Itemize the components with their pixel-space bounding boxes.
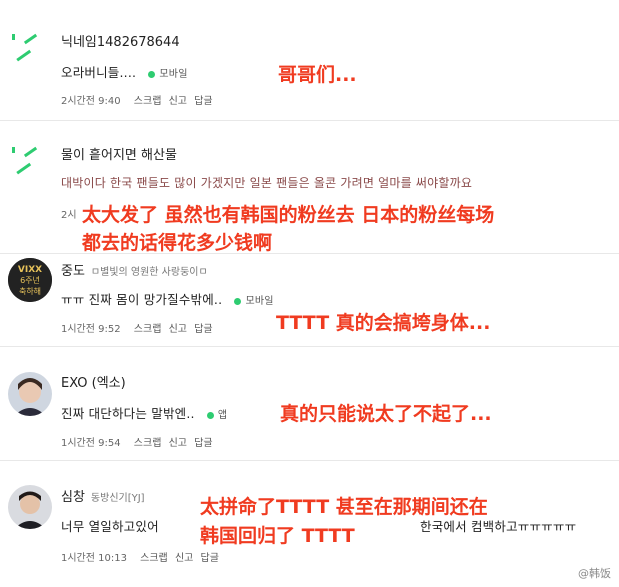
comment-time: 2시간전 9:40 (61, 96, 121, 107)
comment-text: 너무 열일하고있어 (61, 519, 159, 534)
profile-avatar-icon[interactable] (8, 372, 52, 416)
online-dot-icon (206, 411, 214, 419)
profile-avatar-icon[interactable] (8, 485, 52, 529)
svg-text:VIXX: VIXX (18, 265, 42, 275)
divider (0, 460, 619, 461)
device-label: 앱 (217, 410, 228, 421)
comment-meta: 1시간전 10:13 스크랩 신고 답글 (61, 549, 223, 564)
divider (0, 346, 619, 347)
scrap-link[interactable]: 스크랩 (140, 553, 168, 564)
reply-link[interactable]: 답글 (194, 96, 212, 107)
nickname-text: 중도 (61, 264, 85, 279)
reply-link[interactable]: 답글 (201, 553, 219, 564)
online-dot-icon (234, 297, 242, 305)
translation-annotation: 太大发了 虽然也有韩国的粉丝去 日本的粉丝每场 (82, 204, 495, 226)
report-link[interactable]: 신고 (169, 96, 187, 107)
scrap-link[interactable]: 스크랩 (134, 438, 162, 449)
default-avatar-icon (12, 33, 38, 62)
translation-annotation: 韩国回归了 TTTT (200, 525, 355, 547)
comment-text-content: 진짜 대단하다는 말밖엔.. (61, 406, 195, 421)
scrap-link[interactable]: 스크랩 (134, 324, 162, 335)
divider (0, 120, 619, 121)
watermark: @韩饭 (578, 567, 611, 580)
comment-meta: 1시간전 9:52 스크랩 신고 답글 (61, 320, 217, 335)
online-dot-icon (148, 70, 156, 78)
report-link[interactable]: 신고 (175, 553, 193, 564)
comment-nickname[interactable]: 중도 ㅁ별빛의 영원한 사랑둥이ㅁ (61, 260, 208, 279)
device-label: 모바일 (159, 69, 188, 80)
scrap-link[interactable]: 스크랩 (134, 96, 162, 107)
reply-link[interactable]: 답글 (194, 324, 212, 335)
fan-title: 동방신기[YJ] (90, 493, 145, 504)
translation-annotation: 都去的话得花多少钱啊 (82, 232, 273, 254)
comment-nickname[interactable]: 심창 동방신기[YJ] (61, 486, 145, 505)
report-link[interactable]: 신고 (169, 324, 187, 335)
comment-time: 1시간전 9:54 (61, 438, 121, 449)
comment-text-content: ㅠㅠ 진짜 몸이 망가질수밖에.. (61, 292, 223, 307)
comment-nickname[interactable]: 물이 흩어지면 해산물 (61, 144, 177, 163)
divider (0, 253, 619, 254)
device-badge: 앱 (206, 410, 228, 421)
vixx-avatar-icon[interactable]: VIXX 6주년 축하해 (8, 258, 52, 302)
translation-annotation: TTTT 真的会搞垮身体... (276, 312, 491, 334)
svg-text:축하해: 축하해 (19, 286, 41, 296)
fan-title: ㅁ별빛의 영원한 사랑둥이ㅁ (90, 267, 208, 278)
comment-text: 대박이다 한국 팬들도 많이 가겠지만 일본 팬들은 올콘 가려면 얼마를 써야… (61, 176, 473, 190)
device-badge: 모바일 (148, 69, 187, 80)
comment-nickname[interactable]: EXO (엑소) (61, 372, 126, 391)
translation-annotation: 哥哥们... (278, 64, 357, 86)
comment-nickname[interactable]: 닉네임1482678644 (61, 31, 180, 50)
reply-link[interactable]: 답글 (194, 438, 212, 449)
comment-text: 오라버니들.... 모바일 (61, 62, 188, 81)
comment-time: 2시 (61, 210, 77, 221)
comment-meta: 2시간전 9:40 스크랩 신고 답글 (61, 92, 217, 107)
comment-text-content: 오라버니들.... (61, 65, 137, 80)
translation-annotation: 太拼命了TTTT 甚至在那期间还在 (200, 496, 488, 518)
comment-time: 1시간전 9:52 (61, 324, 121, 335)
device-label: 모바일 (245, 296, 274, 307)
nickname-text: 심창 (61, 490, 85, 505)
svg-text:6주년: 6주년 (20, 275, 40, 285)
comment-text: 진짜 대단하다는 말밖엔.. 앱 (61, 403, 227, 422)
default-avatar-icon (12, 146, 38, 175)
comment-text: ㅠㅠ 진짜 몸이 망가질수밖에.. 모바일 (61, 289, 274, 308)
report-link[interactable]: 신고 (169, 438, 187, 449)
device-badge: 모바일 (234, 296, 273, 307)
comment-meta: 1시간전 9:54 스크랩 신고 답글 (61, 434, 217, 449)
translation-annotation: 真的只能说太了不起了... (280, 403, 492, 425)
comment-time: 1시간전 10:13 (61, 553, 127, 564)
